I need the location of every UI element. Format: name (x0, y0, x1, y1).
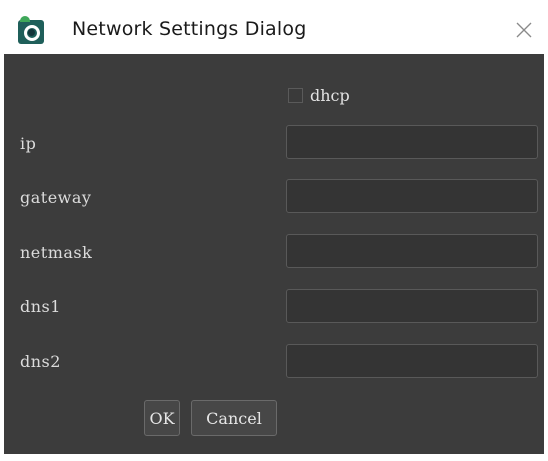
dns2-label: dns2 (20, 352, 61, 371)
ok-button[interactable]: OK (144, 400, 180, 436)
dhcp-checkbox[interactable] (288, 88, 303, 103)
cancel-button[interactable]: Cancel (191, 400, 277, 436)
dns2-input[interactable] (286, 344, 538, 378)
close-button[interactable] (510, 16, 538, 44)
dns1-label: dns1 (20, 297, 61, 316)
gateway-label: gateway (20, 188, 92, 207)
close-icon (516, 22, 532, 38)
window-title: Network Settings Dialog (72, 18, 307, 40)
app-logo-icon (18, 16, 44, 44)
netmask-input[interactable] (286, 234, 538, 268)
network-settings-dialog: Network Settings Dialog dhcp ip gateway … (0, 0, 548, 461)
title-bar[interactable]: Network Settings Dialog (0, 0, 548, 54)
ip-input[interactable] (286, 125, 538, 159)
dialog-body: dhcp ip gateway netmask dns1 dns2 OK Can… (4, 54, 544, 454)
ip-label: ip (20, 134, 37, 153)
netmask-label: netmask (20, 243, 93, 262)
gateway-input[interactable] (286, 179, 538, 213)
dns1-input[interactable] (286, 289, 538, 323)
dhcp-label[interactable]: dhcp (310, 86, 350, 105)
